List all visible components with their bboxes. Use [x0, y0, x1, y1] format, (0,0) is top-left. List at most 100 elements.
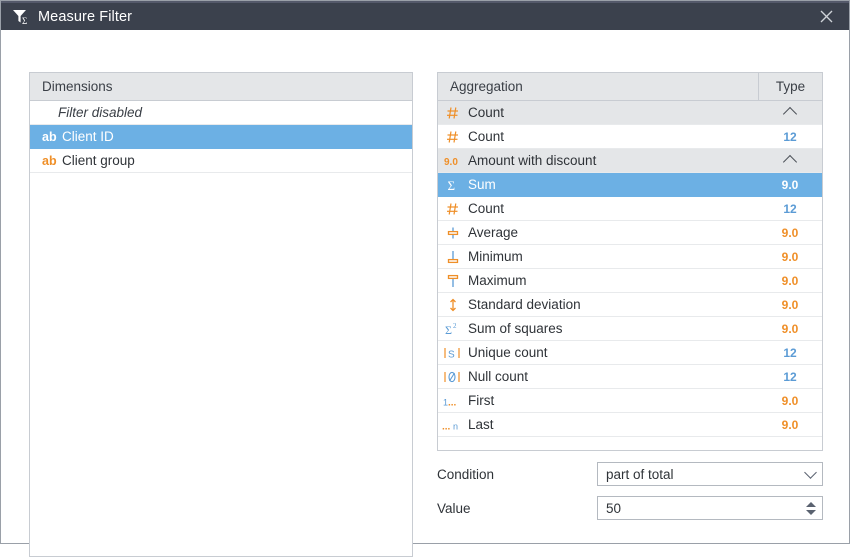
list-item[interactable]: Filter disabled	[30, 101, 412, 125]
type-header-label: Type	[758, 73, 822, 100]
value-label: Value	[437, 500, 471, 516]
type-value: 9.0	[781, 297, 799, 312]
svg-text:Σ: Σ	[448, 178, 456, 192]
minimum-icon	[438, 250, 468, 264]
type-value: 9.0	[781, 177, 799, 192]
hash-icon	[438, 202, 468, 216]
dimensions-header: Dimensions	[30, 73, 412, 101]
first-icon: 1...	[438, 394, 468, 408]
table-row[interactable]: Minimum 9.0	[438, 245, 822, 269]
table-row[interactable]: Average 9.0	[438, 221, 822, 245]
table-row[interactable]: Count 12	[438, 197, 822, 221]
type-value: 9.0	[781, 249, 799, 264]
collapse-chevron-icon[interactable]	[758, 106, 822, 121]
aggregation-header: Aggregation Type	[438, 73, 822, 101]
window-titlebar: Σ Measure Filter	[1, 1, 849, 30]
sigma-icon: Σ	[438, 178, 468, 192]
value-input[interactable]: 50	[598, 501, 800, 516]
stddev-icon	[438, 298, 468, 312]
ab-icon: ab	[42, 129, 57, 144]
hash-icon	[438, 106, 468, 120]
window-title: Measure Filter	[38, 8, 133, 25]
aggregation-label: Amount with discount	[468, 153, 597, 168]
aggregation-label: Maximum	[468, 273, 527, 288]
table-row[interactable]: S Unique count 12	[438, 341, 822, 365]
aggregation-panel: Aggregation Type Count Count 12 9.0 Amou…	[437, 72, 823, 451]
table-row[interactable]: Standard deviation 9.0	[438, 293, 822, 317]
svg-text:9.0: 9.0	[444, 157, 458, 168]
type-value: 12	[783, 129, 797, 144]
last-icon: ... n	[438, 418, 468, 432]
svg-text:Σ: Σ	[22, 16, 27, 25]
svg-text:n: n	[453, 421, 458, 431]
aggregation-label: Count	[468, 201, 505, 216]
svg-text:...: ...	[448, 397, 457, 408]
condition-label: Condition	[437, 466, 495, 482]
svg-text:...: ...	[442, 421, 451, 432]
dimensions-panel: Dimensions Filter disabled ab Client ID …	[29, 72, 413, 557]
type-value: 9.0	[781, 321, 799, 336]
condition-value: part of total	[606, 466, 674, 482]
table-row[interactable]: Null count 12	[438, 365, 822, 389]
value-field-row: Value 50	[437, 496, 823, 520]
dialog-body: Dimensions Filter disabled ab Client ID …	[1, 30, 849, 557]
measure-filter-dialog: Σ Measure Filter Dimensions Filter disab…	[0, 0, 850, 557]
aggregation-label: Count	[468, 105, 505, 120]
spinner-up-icon[interactable]	[806, 501, 816, 507]
table-row[interactable]: ... n Last 9.0	[438, 413, 822, 437]
aggregation-label: Average	[468, 225, 519, 240]
filter-sigma-icon: Σ	[10, 7, 32, 27]
svg-text:2: 2	[453, 322, 457, 330]
aggregation-label: Sum of squares	[468, 321, 563, 336]
type-value: 9.0	[781, 393, 799, 408]
table-row[interactable]: Σ2 Sum of squares 9.0	[438, 317, 822, 341]
collapse-chevron-icon[interactable]	[758, 154, 822, 169]
list-item[interactable]: ab Client group	[30, 149, 412, 173]
aggregation-label: Sum	[468, 177, 496, 192]
aggregation-label: Unique count	[468, 345, 548, 360]
average-icon	[438, 226, 468, 240]
type-value: 9.0	[781, 273, 799, 288]
svg-text:Σ: Σ	[445, 323, 452, 336]
chevron-down-icon[interactable]	[798, 465, 822, 479]
null-count-icon	[438, 370, 468, 384]
decimal-icon: 9.0	[438, 154, 468, 168]
ab-icon: ab	[42, 153, 57, 168]
table-row[interactable]: Maximum 9.0	[438, 269, 822, 293]
type-value: 12	[783, 201, 797, 216]
aggregation-label: Standard deviation	[468, 297, 581, 312]
spinner-down-icon[interactable]	[806, 509, 816, 515]
unique-count-icon: S	[438, 346, 468, 360]
sigma-squared-icon: Σ2	[438, 322, 468, 336]
aggregation-label: Null count	[468, 369, 529, 384]
aggregation-label: Minimum	[468, 249, 523, 264]
table-row[interactable]: Count 12	[438, 125, 822, 149]
dimensions-header-label: Dimensions	[42, 79, 113, 94]
dimension-label: Client group	[62, 153, 135, 168]
aggregation-label: Last	[468, 417, 494, 432]
aggregation-label: First	[468, 393, 495, 408]
table-row[interactable]: 1... First 9.0	[438, 389, 822, 413]
maximum-icon	[438, 274, 468, 288]
condition-select[interactable]: part of total	[597, 462, 823, 486]
dimensions-list[interactable]: Filter disabled ab Client ID ab Client g…	[30, 101, 412, 556]
close-icon[interactable]	[803, 3, 849, 30]
dimension-label: Client ID	[62, 129, 114, 144]
aggregation-list[interactable]: Count Count 12 9.0 Amount with discount …	[438, 101, 822, 450]
table-row-empty	[438, 437, 822, 450]
value-stepper[interactable]: 50	[597, 496, 823, 520]
aggregation-header-label: Aggregation	[450, 79, 523, 94]
list-item[interactable]: ab Client ID	[30, 125, 412, 149]
type-value: 12	[783, 369, 797, 384]
type-value: 9.0	[781, 417, 799, 432]
condition-field-row: Condition part of total	[437, 462, 823, 486]
table-row[interactable]: Count	[438, 101, 822, 125]
type-value: 9.0	[781, 225, 799, 240]
type-value: 12	[783, 345, 797, 360]
svg-text:S: S	[448, 349, 455, 360]
table-row[interactable]: Σ Sum 9.0	[438, 173, 822, 197]
spinner-icon[interactable]	[800, 501, 822, 515]
hash-icon	[438, 130, 468, 144]
dimension-label: Filter disabled	[58, 105, 143, 120]
table-row[interactable]: 9.0 Amount with discount	[438, 149, 822, 173]
